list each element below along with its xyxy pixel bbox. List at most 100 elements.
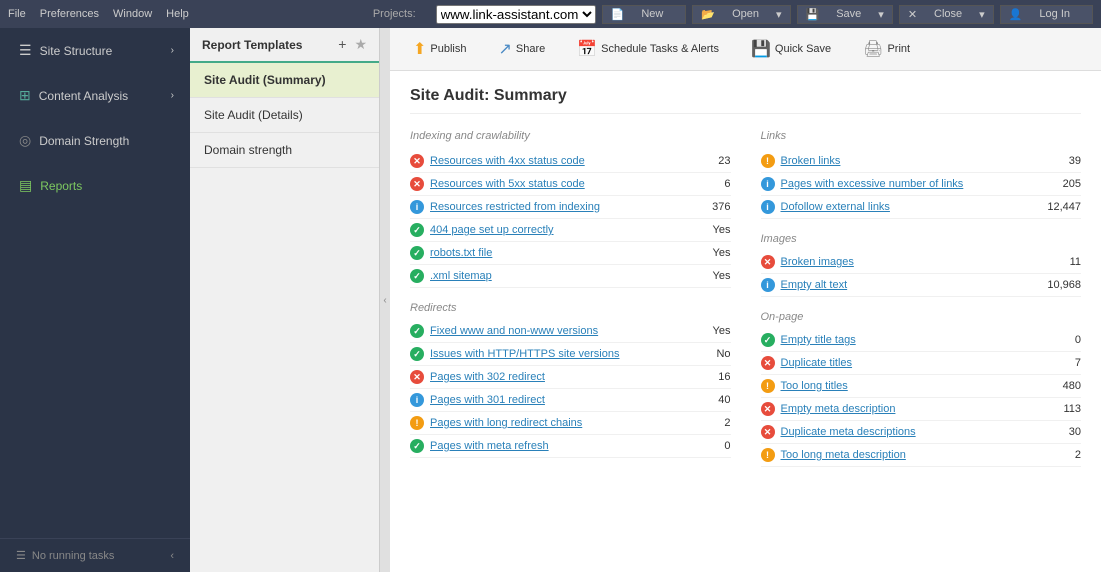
row-https: ✓ Issues with HTTP/HTTPS site versions N… — [410, 343, 731, 366]
menu-window[interactable]: Window — [113, 8, 152, 20]
report-content: Site Audit: Summary Indexing and crawlab… — [390, 71, 1101, 572]
indicator-orange-2: ! — [761, 154, 775, 168]
value-302: 16 — [681, 371, 731, 383]
value-meta-refresh: 0 — [681, 440, 731, 452]
row-long-titles: ! Too long titles 480 — [761, 375, 1082, 398]
menu-help[interactable]: Help — [166, 8, 189, 20]
link-empty-meta[interactable]: Empty meta description — [781, 403, 896, 415]
value-dofollow: 12,447 — [1031, 201, 1081, 213]
add-template-button[interactable]: + — [338, 36, 346, 53]
link-broken-links[interactable]: Broken links — [781, 155, 841, 167]
value-chains: 2 — [681, 417, 731, 429]
row-302: ✕ Pages with 302 redirect 16 — [410, 366, 731, 389]
section-images: Images — [761, 233, 1082, 245]
value-empty-meta: 113 — [1031, 403, 1081, 415]
indicator-red-3: ✕ — [410, 370, 424, 384]
value-5xx: 6 — [681, 178, 731, 190]
link-empty-alt[interactable]: Empty alt text — [781, 279, 848, 291]
link-long-meta[interactable]: Too long meta description — [781, 449, 906, 461]
template-item-domain-strength[interactable]: Domain strength — [190, 133, 379, 168]
login-button[interactable]: 👤 Log In — [1000, 5, 1093, 24]
indicator-blue-5: i — [761, 278, 775, 292]
section-onpage: On-page — [761, 311, 1082, 323]
row-meta-refresh: ✓ Pages with meta refresh 0 — [410, 435, 731, 458]
link-restricted[interactable]: Resources restricted from indexing — [430, 201, 600, 213]
row-long-meta: ! Too long meta description 2 — [761, 444, 1082, 467]
template-item-site-audit-summary[interactable]: Site Audit (Summary) — [190, 63, 379, 98]
value-long-titles: 480 — [1031, 380, 1081, 392]
sidebar-arrow-0: › — [171, 45, 174, 56]
link-empty-title[interactable]: Empty title tags — [781, 334, 856, 346]
quicksave-button[interactable]: 💾 Quick Save — [740, 34, 842, 64]
quicksave-icon: 💾 — [751, 39, 771, 59]
schedule-button[interactable]: 📅 Schedule Tasks & Alerts — [566, 34, 730, 64]
link-https[interactable]: Issues with HTTP/HTTPS site versions — [430, 348, 620, 360]
templates-panel: Report Templates + ★ Site Audit (Summary… — [190, 28, 380, 572]
templates-title: Report Templates — [202, 38, 338, 52]
link-dup-titles[interactable]: Duplicate titles — [781, 357, 853, 369]
schedule-icon: 📅 — [577, 39, 597, 59]
running-tasks-icon: ☰ — [16, 549, 26, 562]
publish-icon: ⬆ — [413, 39, 426, 59]
sidebar: ☰ Site Structure › ⊞ Content Analysis › … — [0, 28, 190, 572]
report-columns: Indexing and crawlability ✕ Resources wi… — [410, 130, 1081, 467]
collapse-handle[interactable]: ‹ — [380, 28, 390, 572]
sidebar-arrow-1: › — [171, 90, 174, 101]
report-title: Site Audit: Summary — [410, 87, 1081, 114]
link-broken-images[interactable]: Broken images — [781, 256, 854, 268]
share-button[interactable]: ↗ Share — [487, 34, 556, 64]
link-301[interactable]: Pages with 301 redirect — [430, 394, 545, 406]
project-selector[interactable]: www.link-assistant.com — [436, 5, 596, 24]
row-empty-meta: ✕ Empty meta description 113 — [761, 398, 1082, 421]
sidebar-item-content-analysis[interactable]: ⊞ Content Analysis › — [0, 73, 190, 118]
link-sitemap[interactable]: .xml sitemap — [430, 270, 492, 282]
link-302[interactable]: Pages with 302 redirect — [430, 371, 545, 383]
link-long-titles[interactable]: Too long titles — [781, 380, 848, 392]
indicator-green-5: ✓ — [410, 347, 424, 361]
link-www[interactable]: Fixed www and non-www versions — [430, 325, 598, 337]
open-button[interactable]: 📂 Open ▾ — [692, 5, 790, 24]
row-404: ✓ 404 page set up correctly Yes — [410, 219, 731, 242]
new-button[interactable]: 📄 New — [602, 5, 687, 24]
row-dup-meta: ✕ Duplicate meta descriptions 30 — [761, 421, 1082, 444]
menu-preferences[interactable]: Preferences — [40, 8, 99, 20]
print-button[interactable]: 🖨 Print — [852, 34, 921, 64]
row-restricted: i Resources restricted from indexing 376 — [410, 196, 731, 219]
indicator-red-5: ✕ — [761, 356, 775, 370]
value-broken-images: 11 — [1031, 256, 1081, 268]
menu-file[interactable]: File — [8, 8, 26, 20]
star-template-button[interactable]: ★ — [354, 36, 367, 53]
link-4xx[interactable]: Resources with 4xx status code — [430, 155, 585, 167]
menubar: File Preferences Window Help Projects: w… — [0, 0, 1101, 28]
row-robots: ✓ robots.txt file Yes — [410, 242, 731, 265]
sidebar-item-domain-strength[interactable]: ◎ Domain Strength — [0, 118, 190, 163]
link-dup-meta[interactable]: Duplicate meta descriptions — [781, 426, 916, 438]
save-icon: 💾 — [806, 8, 820, 21]
template-item-site-audit-details[interactable]: Site Audit (Details) — [190, 98, 379, 133]
sidebar-bottom-arrow[interactable]: ‹ — [170, 550, 174, 562]
link-excessive[interactable]: Pages with excessive number of links — [781, 178, 964, 190]
sidebar-item-site-structure[interactable]: ☰ Site Structure › — [0, 28, 190, 73]
value-sitemap: Yes — [681, 270, 731, 282]
link-404[interactable]: 404 page set up correctly — [430, 224, 554, 236]
indicator-blue-3: i — [761, 177, 775, 191]
link-chains[interactable]: Pages with long redirect chains — [430, 417, 582, 429]
link-5xx[interactable]: Resources with 5xx status code — [430, 178, 585, 190]
indicator-red-4: ✕ — [761, 255, 775, 269]
link-meta-refresh[interactable]: Pages with meta refresh — [430, 440, 549, 452]
link-dofollow[interactable]: Dofollow external links — [781, 201, 890, 213]
link-robots[interactable]: robots.txt file — [430, 247, 492, 259]
sidebar-item-reports[interactable]: ▤ Reports — [0, 163, 190, 208]
value-robots: Yes — [681, 247, 731, 259]
site-structure-icon: ☰ — [19, 42, 32, 59]
row-dup-titles: ✕ Duplicate titles 7 — [761, 352, 1082, 375]
publish-button[interactable]: ⬆ Publish — [402, 34, 477, 64]
indicator-green-6: ✓ — [410, 439, 424, 453]
close-icon: ✕ — [908, 8, 917, 21]
section-indexing: Indexing and crawlability — [410, 130, 731, 142]
main-layout: ☰ Site Structure › ⊞ Content Analysis › … — [0, 28, 1101, 572]
save-button[interactable]: 💾 Save ▾ — [797, 5, 893, 24]
row-chains: ! Pages with long redirect chains 2 — [410, 412, 731, 435]
row-excessive-links: i Pages with excessive number of links 2… — [761, 173, 1082, 196]
close-button[interactable]: ✕ Close ▾ — [899, 5, 994, 24]
